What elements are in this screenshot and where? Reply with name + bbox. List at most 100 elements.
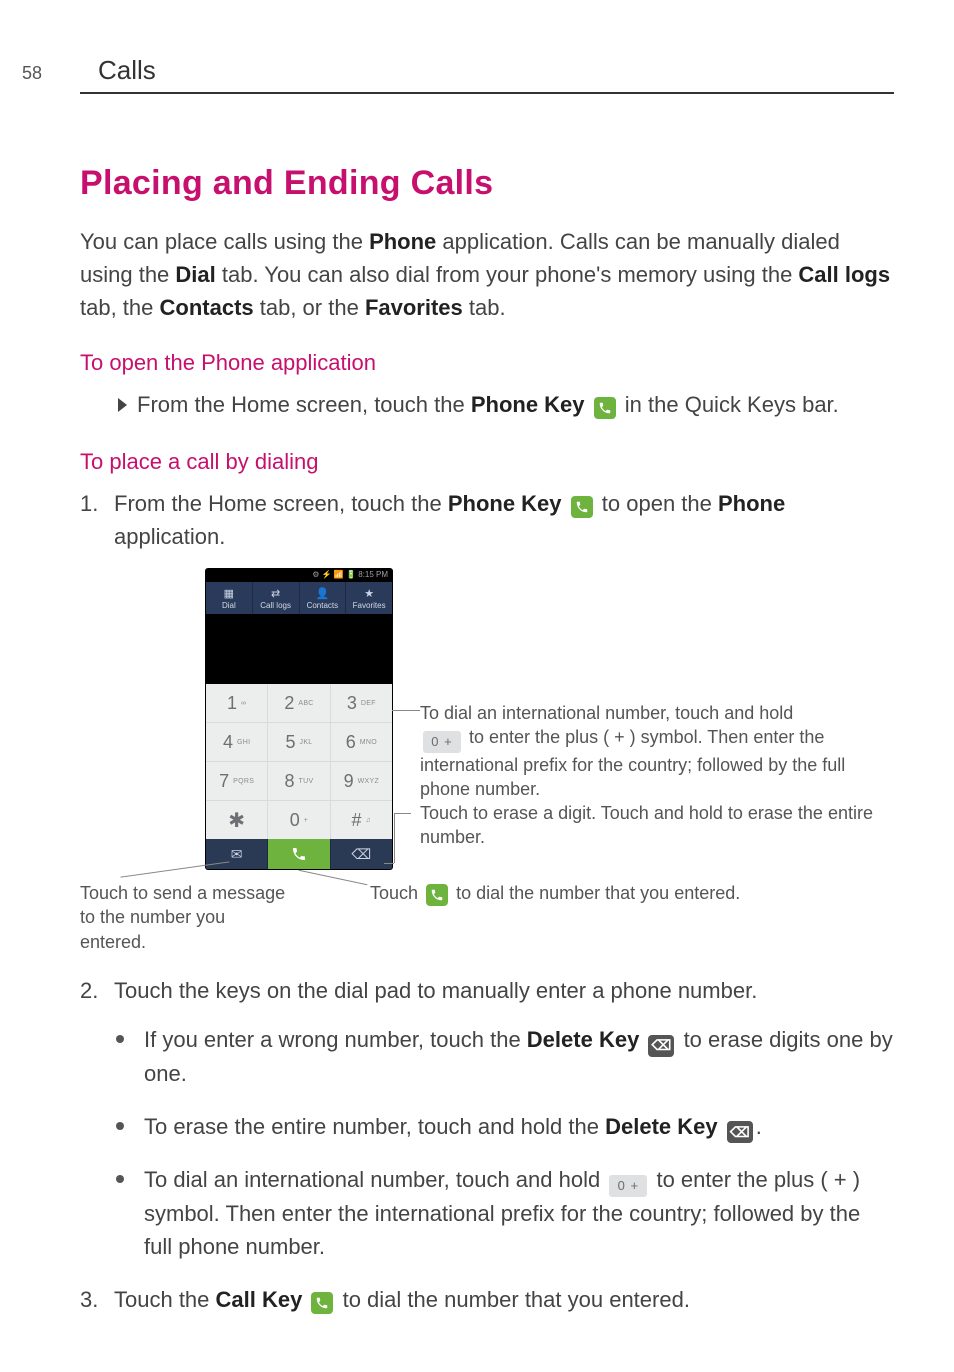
callout-erase: Touch to erase a digit. Touch and hold t… bbox=[420, 801, 890, 850]
text: From the Home screen, touch the bbox=[114, 491, 448, 516]
delete-key-label: Delete Key bbox=[527, 1027, 640, 1052]
phone-label: Phone bbox=[369, 229, 436, 254]
callout-line bbox=[384, 863, 394, 864]
tab-favorites[interactable]: ★Favorites bbox=[346, 582, 392, 614]
key-star[interactable]: ✱ bbox=[206, 801, 267, 839]
tab-label: Dial bbox=[222, 601, 236, 610]
message-button[interactable]: ✉ bbox=[206, 839, 267, 869]
key-2[interactable]: 2ABC bbox=[268, 684, 329, 722]
key-hash[interactable]: #♫ bbox=[331, 801, 392, 839]
callout-line bbox=[299, 870, 368, 886]
phone-label: Phone bbox=[718, 491, 785, 516]
callout-dial: Touch to dial the number that you entere… bbox=[370, 881, 890, 906]
phone-key-label: Phone Key bbox=[471, 392, 585, 417]
section-open-phone-heading: To open the Phone application bbox=[80, 350, 894, 376]
step-number: 2. bbox=[80, 974, 104, 1007]
page-header: 58 Calls bbox=[80, 55, 894, 94]
phone-key-label: Phone Key bbox=[448, 491, 562, 516]
text: tab. bbox=[463, 295, 506, 320]
step-number: 3. bbox=[80, 1283, 104, 1316]
dial-pad: 1∞ 2ABC 3DEF 4GHI 5JKL 6MNO 7PQRS 8TUV 9… bbox=[206, 684, 392, 839]
text: to dial the number that you entered. bbox=[456, 883, 740, 903]
dialer-figure: ⚙ ⚡ 📶 🔋 8:15 PM ▦Dial ⇄Call logs 👤Contac… bbox=[80, 569, 894, 949]
call-key-label: Call Key bbox=[216, 1287, 303, 1312]
text: to enter the plus ( + ) symbol. Then ent… bbox=[420, 727, 845, 799]
phone-icon bbox=[426, 884, 448, 906]
callout-international: To dial an international number, touch a… bbox=[420, 701, 890, 802]
text: To dial an international number, touch a… bbox=[420, 703, 793, 723]
callout-send-message: Touch to send a message to the number yo… bbox=[80, 881, 290, 954]
text: tab, or the bbox=[254, 295, 365, 320]
step-list-end: 3. Touch the Call Key to dial the number… bbox=[80, 1283, 894, 1316]
delete-key-label: Delete Key bbox=[605, 1114, 718, 1139]
tab-dial[interactable]: ▦Dial bbox=[206, 582, 253, 614]
text: in the Quick Keys bar. bbox=[625, 392, 839, 417]
text: To erase the entire number, touch and ho… bbox=[144, 1114, 605, 1139]
delete-button[interactable]: ⌫ bbox=[331, 839, 392, 869]
callout-line bbox=[394, 813, 411, 814]
tab-label: Contacts bbox=[307, 601, 339, 610]
step-number: 1. bbox=[80, 487, 104, 553]
key-8[interactable]: 8TUV bbox=[268, 762, 329, 800]
tab-contacts[interactable]: 👤Contacts bbox=[300, 582, 347, 614]
text: to open the bbox=[602, 491, 718, 516]
tab-calllogs[interactable]: ⇄Call logs bbox=[253, 582, 300, 614]
step-1: 1. From the Home screen, touch the Phone… bbox=[80, 487, 894, 553]
callout-line bbox=[392, 710, 420, 711]
backspace-icon: ⌫ bbox=[648, 1035, 674, 1057]
contacts-label: Contacts bbox=[160, 295, 254, 320]
step-2: 2. Touch the keys on the dial pad to man… bbox=[80, 974, 894, 1007]
callout-line bbox=[120, 861, 229, 877]
callout-line bbox=[394, 813, 395, 863]
text: to dial the number that you entered. bbox=[343, 1287, 690, 1312]
section-open-phone-body: From the Home screen, touch the Phone Ke… bbox=[118, 388, 894, 421]
dial-label: Dial bbox=[175, 262, 215, 287]
calllogs-label: Call logs bbox=[798, 262, 890, 287]
favorites-label: Favorites bbox=[365, 295, 463, 320]
key-9[interactable]: 9WXYZ bbox=[331, 762, 392, 800]
key-4[interactable]: 4GHI bbox=[206, 723, 267, 761]
call-button[interactable] bbox=[268, 839, 329, 869]
bullet-line: From the Home screen, touch the Phone Ke… bbox=[118, 388, 894, 421]
number-display bbox=[206, 614, 392, 684]
step-list-continued: 2. Touch the keys on the dial pad to man… bbox=[80, 974, 894, 1007]
text: From the Home screen, touch the bbox=[137, 392, 471, 417]
bullet-erase-all: To erase the entire number, touch and ho… bbox=[116, 1110, 894, 1144]
text: tab. You can also dial from your phone's… bbox=[216, 262, 799, 287]
text: Touch the keys on the dial pad to manual… bbox=[114, 974, 757, 1007]
zero-key-icon: 0 + bbox=[423, 731, 461, 753]
phone-icon bbox=[571, 496, 593, 518]
key-7[interactable]: 7PQRS bbox=[206, 762, 267, 800]
text: To dial an international number, touch a… bbox=[144, 1167, 606, 1192]
key-0[interactable]: 0+ bbox=[268, 801, 329, 839]
zero-key-icon: 0 + bbox=[609, 1175, 647, 1197]
backspace-icon: ⌫ bbox=[727, 1121, 753, 1143]
dialer-tabs: ▦Dial ⇄Call logs 👤Contacts ★Favorites bbox=[206, 582, 392, 614]
text: Touch the Call Key to dial the number th… bbox=[114, 1283, 690, 1316]
key-3[interactable]: 3DEF bbox=[331, 684, 392, 722]
text: tab, the bbox=[80, 295, 160, 320]
action-row: ✉ ⌫ bbox=[206, 839, 392, 869]
text: Touch bbox=[370, 883, 423, 903]
page-number: 58 bbox=[22, 63, 62, 84]
text: Touch the bbox=[114, 1287, 216, 1312]
triangle-bullet-icon bbox=[118, 398, 127, 412]
tab-label: Call logs bbox=[260, 601, 291, 610]
phone-screenshot: ⚙ ⚡ 📶 🔋 8:15 PM ▦Dial ⇄Call logs 👤Contac… bbox=[206, 569, 392, 869]
status-bar: ⚙ ⚡ 📶 🔋 8:15 PM bbox=[206, 569, 392, 582]
step-3: 3. Touch the Call Key to dial the number… bbox=[80, 1283, 894, 1316]
header-section-title: Calls bbox=[98, 55, 156, 86]
step-list: 1. From the Home screen, touch the Phone… bbox=[80, 487, 894, 553]
page: 58 Calls Placing and Ending Calls You ca… bbox=[0, 0, 954, 1372]
text: If you enter a wrong number, touch the bbox=[144, 1027, 527, 1052]
section-dialing-heading: To place a call by dialing bbox=[80, 449, 894, 475]
key-5[interactable]: 5JKL bbox=[268, 723, 329, 761]
phone-icon bbox=[311, 1292, 333, 1314]
key-1[interactable]: 1∞ bbox=[206, 684, 267, 722]
page-title: Placing and Ending Calls bbox=[80, 164, 894, 203]
key-6[interactable]: 6MNO bbox=[331, 723, 392, 761]
text: . bbox=[756, 1114, 762, 1139]
bullet-international: To dial an international number, touch a… bbox=[116, 1163, 894, 1263]
sub-bullets: If you enter a wrong number, touch the D… bbox=[116, 1023, 894, 1263]
phone-icon bbox=[594, 397, 616, 419]
